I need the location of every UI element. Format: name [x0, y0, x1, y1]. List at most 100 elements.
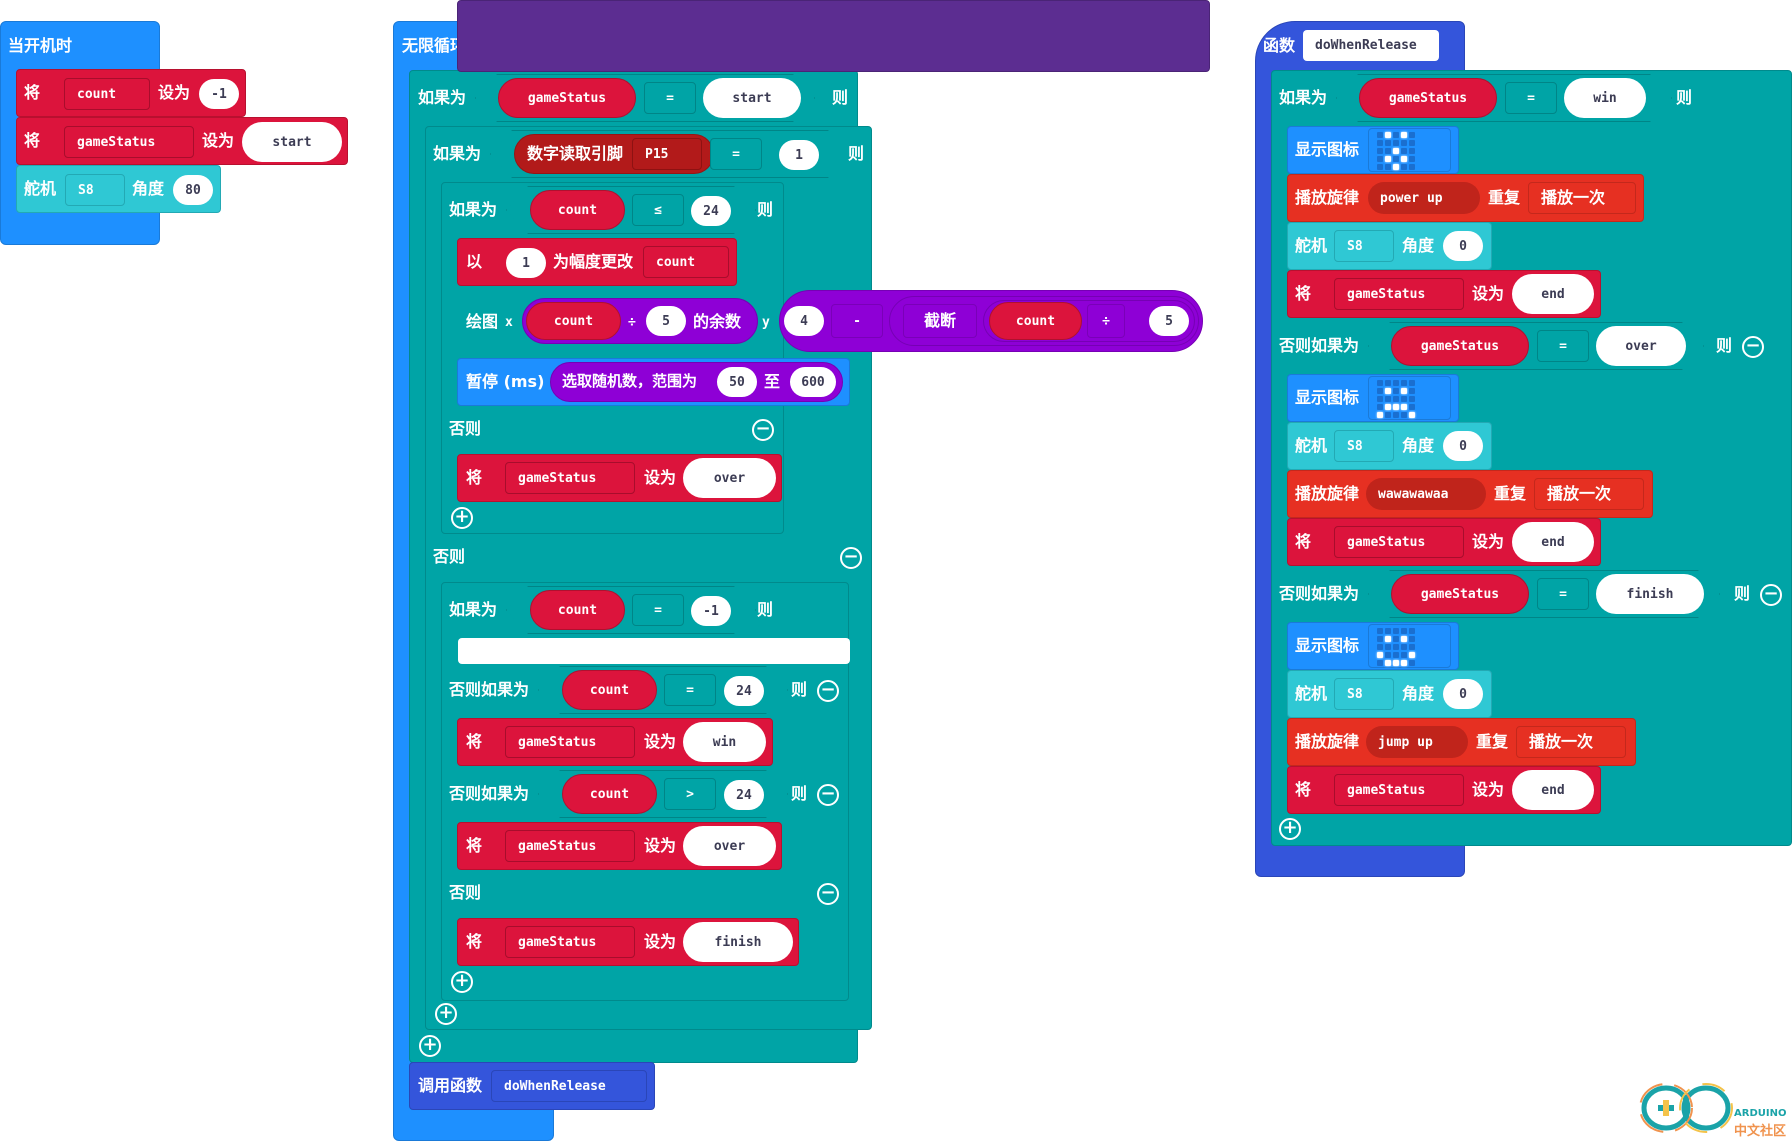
- led-on[interactable]: [1393, 660, 1399, 666]
- function-name-input[interactable]: doWhenRelease: [1303, 30, 1439, 61]
- variable-count[interactable]: count: [989, 302, 1082, 340]
- led-on[interactable]: [1401, 388, 1407, 394]
- value-input[interactable]: 24: [724, 780, 764, 810]
- angle-input[interactable]: 0: [1443, 679, 1483, 709]
- led-on[interactable]: [1393, 404, 1399, 410]
- led-off[interactable]: [1393, 628, 1399, 634]
- led-on[interactable]: [1409, 652, 1415, 658]
- led-off[interactable]: [1377, 380, 1383, 386]
- led-on[interactable]: [1385, 388, 1391, 394]
- led-off[interactable]: [1409, 148, 1415, 154]
- value-input[interactable]: start: [703, 78, 801, 118]
- led-on[interactable]: [1377, 652, 1383, 658]
- angle-input[interactable]: 0: [1443, 231, 1483, 261]
- variable-dropdown[interactable]: gameStatus: [505, 926, 635, 958]
- variable-dropdown[interactable]: gameStatus: [505, 830, 635, 862]
- led-off[interactable]: [1393, 652, 1399, 658]
- servo-pin-dropdown[interactable]: S8: [1334, 230, 1394, 262]
- led-off[interactable]: [1393, 396, 1399, 402]
- led-on[interactable]: [1401, 660, 1407, 666]
- remove-else-button[interactable]: −: [817, 883, 839, 905]
- led-on[interactable]: [1409, 412, 1415, 418]
- operator-dropdown[interactable]: >: [664, 778, 716, 810]
- repeat-dropdown[interactable]: 播放一次: [1528, 182, 1636, 214]
- operator-dropdown[interactable]: =: [1505, 82, 1557, 114]
- led-off[interactable]: [1385, 380, 1391, 386]
- led-off[interactable]: [1401, 644, 1407, 650]
- led-off[interactable]: [1393, 156, 1399, 162]
- variable-dropdown[interactable]: gameStatus: [64, 126, 194, 158]
- value-input[interactable]: over: [683, 826, 776, 866]
- led-off[interactable]: [1401, 652, 1407, 658]
- add-else-button[interactable]: +: [435, 1003, 457, 1025]
- empty-statement-slot[interactable]: [458, 638, 850, 664]
- led-on[interactable]: [1393, 164, 1399, 170]
- servo-pin-dropdown[interactable]: S8: [65, 174, 125, 206]
- led-off[interactable]: [1409, 404, 1415, 410]
- led-off[interactable]: [1385, 628, 1391, 634]
- operator-dropdown[interactable]: -: [831, 304, 883, 338]
- led-on[interactable]: [1385, 636, 1391, 642]
- variable-gamestatus[interactable]: gameStatus: [1391, 326, 1529, 366]
- led-off[interactable]: [1401, 164, 1407, 170]
- melody-dropdown[interactable]: jump up: [1366, 726, 1468, 758]
- variable-dropdown[interactable]: gameStatus: [1334, 278, 1464, 310]
- operator-dropdown[interactable]: =: [632, 594, 684, 626]
- add-else-button[interactable]: +: [419, 1035, 441, 1057]
- variable-dropdown[interactable]: gameStatus: [505, 726, 635, 758]
- melody-dropdown[interactable]: wawawawaa: [1366, 478, 1486, 510]
- led-off[interactable]: [1401, 396, 1407, 402]
- led-on[interactable]: [1377, 412, 1383, 418]
- led-off[interactable]: [1377, 636, 1383, 642]
- led-on[interactable]: [1385, 156, 1391, 162]
- led-off[interactable]: [1401, 380, 1407, 386]
- led-off[interactable]: [1401, 148, 1407, 154]
- variable-gamestatus[interactable]: gameStatus: [498, 78, 636, 118]
- led-off[interactable]: [1409, 132, 1415, 138]
- led-off[interactable]: [1393, 644, 1399, 650]
- value-input[interactable]: finish: [1596, 574, 1704, 614]
- led-off[interactable]: [1385, 164, 1391, 170]
- add-else-button[interactable]: +: [1279, 818, 1301, 840]
- plot-block[interactable]: [457, 0, 1210, 72]
- value-input[interactable]: end: [1512, 522, 1594, 562]
- led-off[interactable]: [1377, 140, 1383, 146]
- led-off[interactable]: [1409, 644, 1415, 650]
- operator-dropdown[interactable]: =: [664, 674, 716, 706]
- value-input[interactable]: end: [1512, 274, 1594, 314]
- operator-dropdown[interactable]: =: [1537, 578, 1589, 610]
- remove-else-button[interactable]: −: [752, 419, 774, 441]
- function-name-dropdown[interactable]: doWhenRelease: [491, 1070, 647, 1102]
- operator-dropdown[interactable]: =: [1537, 330, 1589, 362]
- led-off[interactable]: [1377, 164, 1383, 170]
- led-off[interactable]: [1385, 396, 1391, 402]
- led-off[interactable]: [1401, 412, 1407, 418]
- led-off[interactable]: [1393, 388, 1399, 394]
- variable-dropdown[interactable]: count: [64, 78, 150, 110]
- change-amount-input[interactable]: 1: [506, 248, 546, 278]
- angle-input[interactable]: 0: [1443, 431, 1483, 461]
- led-off[interactable]: [1377, 388, 1383, 394]
- led-on[interactable]: [1393, 148, 1399, 154]
- led-off[interactable]: [1409, 636, 1415, 642]
- value-input[interactable]: -1: [691, 596, 731, 626]
- variable-dropdown[interactable]: gameStatus: [505, 462, 635, 494]
- led-on[interactable]: [1401, 636, 1407, 642]
- led-on[interactable]: [1385, 404, 1391, 410]
- value-input[interactable]: over: [1596, 326, 1686, 366]
- remove-else-if-button[interactable]: −: [817, 784, 839, 806]
- value-input[interactable]: -1: [199, 79, 239, 109]
- led-off[interactable]: [1377, 644, 1383, 650]
- led-off[interactable]: [1377, 396, 1383, 402]
- random-to-input[interactable]: 600: [790, 367, 836, 397]
- led-off[interactable]: [1409, 156, 1415, 162]
- variable-count[interactable]: count: [562, 774, 657, 814]
- led-off[interactable]: [1401, 628, 1407, 634]
- add-else-button[interactable]: +: [451, 971, 473, 993]
- operator-dropdown[interactable]: ≤: [632, 194, 684, 226]
- led-off[interactable]: [1409, 396, 1415, 402]
- variable-count[interactable]: count: [530, 190, 625, 230]
- melody-dropdown[interactable]: power up: [1368, 182, 1480, 214]
- led-off[interactable]: [1409, 388, 1415, 394]
- variable-dropdown[interactable]: count: [643, 246, 729, 278]
